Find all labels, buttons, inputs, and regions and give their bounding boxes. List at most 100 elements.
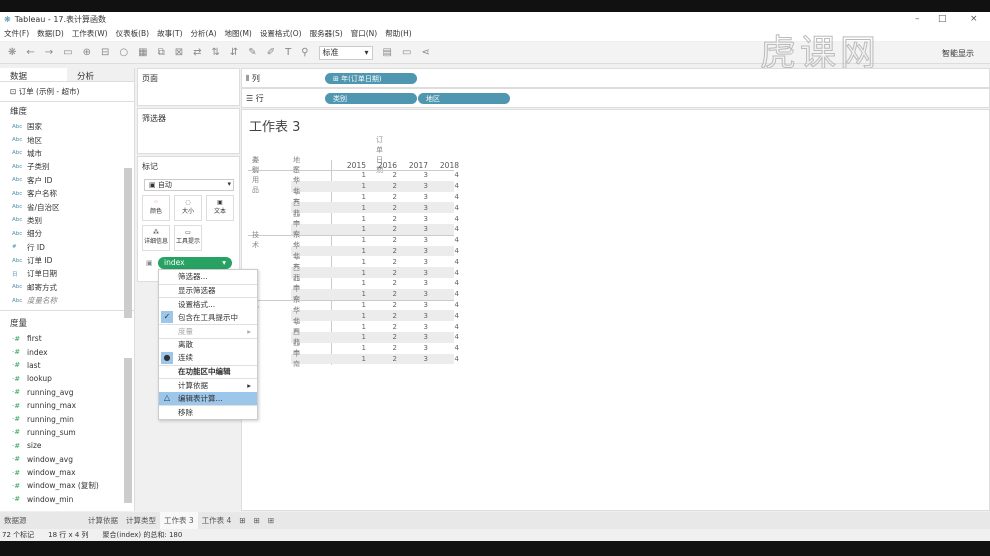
columns-shelf[interactable]: ⫴ 列 ⊞ 年(订单日期) bbox=[241, 68, 990, 88]
context-menu-item[interactable]: △ 编辑表计算... bbox=[159, 391, 257, 405]
value-cell[interactable]: 3 bbox=[402, 267, 428, 278]
refresh-icon[interactable]: ○ bbox=[119, 47, 128, 58]
value-cell[interactable]: 4 bbox=[433, 192, 459, 203]
color-button[interactable]: ⁘ 颜色 bbox=[142, 195, 170, 221]
value-cell[interactable]: 3 bbox=[402, 310, 428, 321]
value-cell[interactable]: 3 bbox=[402, 321, 428, 332]
value-cell[interactable]: 1 bbox=[340, 246, 366, 257]
value-cell[interactable]: 4 bbox=[433, 289, 459, 300]
minimize-button[interactable]: – bbox=[915, 14, 920, 24]
value-cell[interactable]: 3 bbox=[402, 235, 428, 246]
value-cell[interactable]: 4 bbox=[433, 300, 459, 311]
context-menu-item[interactable]: 度量 ▸ bbox=[159, 324, 257, 338]
measure-field[interactable]: ·# running_sum bbox=[0, 426, 134, 439]
value-cell[interactable]: 3 bbox=[402, 192, 428, 203]
swap-icon[interactable]: ⇄ bbox=[193, 47, 201, 58]
value-cell[interactable]: 2 bbox=[371, 235, 397, 246]
menu-item[interactable]: 文件(F) bbox=[4, 28, 29, 39]
value-cell[interactable]: 2 bbox=[371, 192, 397, 203]
size-button[interactable]: ◌ 大小 bbox=[174, 195, 202, 221]
forward-icon[interactable]: → bbox=[45, 47, 53, 58]
value-cell[interactable]: 1 bbox=[340, 181, 366, 192]
value-cell[interactable]: 2 bbox=[371, 321, 397, 332]
dimension-field[interactable]: Abc 省/自治区 bbox=[0, 200, 134, 213]
pages-shelf[interactable]: 页面 bbox=[137, 68, 240, 106]
dimension-field[interactable]: Abc 子类别 bbox=[0, 160, 134, 173]
sheet-tab[interactable]: 数据源 bbox=[0, 512, 84, 529]
menu-item[interactable]: 数据(D) bbox=[37, 28, 64, 39]
cards-icon[interactable]: ▤ bbox=[383, 47, 392, 58]
dimension-field[interactable]: Abc 邮寄方式 bbox=[0, 281, 134, 294]
value-cell[interactable]: 2 bbox=[371, 224, 397, 235]
dimension-field[interactable]: Abc 细分 bbox=[0, 227, 134, 240]
value-cell[interactable]: 3 bbox=[402, 170, 428, 181]
dimension-field[interactable]: Abc 客户名称 bbox=[0, 187, 134, 200]
value-cell[interactable]: 3 bbox=[402, 224, 428, 235]
pause-icon[interactable]: ⊟ bbox=[101, 47, 109, 58]
filters-shelf[interactable]: 筛选器 bbox=[137, 108, 240, 154]
value-cell[interactable]: 3 bbox=[402, 289, 428, 300]
text-button[interactable]: ▣ 文本 bbox=[206, 195, 234, 221]
value-cell[interactable]: 4 bbox=[433, 246, 459, 257]
value-cell[interactable]: 1 bbox=[340, 321, 366, 332]
value-cell[interactable]: 3 bbox=[402, 354, 428, 365]
measures-scrollbar[interactable] bbox=[124, 358, 132, 503]
new-story-icon[interactable]: ⊞ bbox=[264, 512, 278, 529]
presentation-icon[interactable]: ▭ bbox=[402, 47, 411, 58]
measure-field[interactable]: ·# lookup bbox=[0, 372, 134, 385]
value-cell[interactable]: 4 bbox=[433, 343, 459, 354]
context-menu-item[interactable]: 移除 bbox=[159, 405, 257, 419]
clear-icon[interactable]: ⊠ bbox=[175, 47, 183, 58]
menu-item[interactable]: 设置格式(O) bbox=[260, 28, 302, 39]
measure-field[interactable]: ·# running_max bbox=[0, 399, 134, 412]
value-cell[interactable]: 2 bbox=[371, 343, 397, 354]
value-cell[interactable]: 3 bbox=[402, 213, 428, 224]
context-menu-item[interactable]: ● 连续 bbox=[159, 351, 257, 365]
sheet-tab[interactable]: 工作表 3 bbox=[160, 512, 198, 529]
value-cell[interactable]: 4 bbox=[433, 202, 459, 213]
value-cell[interactable]: 2 bbox=[371, 202, 397, 213]
share-icon[interactable]: ⋖ bbox=[421, 47, 429, 58]
value-cell[interactable]: 3 bbox=[402, 181, 428, 192]
value-cell[interactable]: 1 bbox=[340, 256, 366, 267]
value-cell[interactable]: 2 bbox=[371, 278, 397, 289]
region-label[interactable]: 中南 bbox=[293, 350, 300, 368]
value-cell[interactable]: 2 bbox=[371, 246, 397, 257]
dimension-field[interactable]: 日 订单日期 bbox=[0, 267, 134, 280]
value-cell[interactable]: 3 bbox=[402, 246, 428, 257]
rows-shelf[interactable]: ☰ 行 类别 地区 bbox=[241, 88, 990, 108]
value-cell[interactable]: 3 bbox=[402, 256, 428, 267]
value-cell[interactable]: 4 bbox=[433, 310, 459, 321]
menu-item[interactable]: 故事(T) bbox=[157, 28, 182, 39]
tab-analysis[interactable]: 分析 bbox=[67, 68, 134, 82]
dimension-field[interactable]: Abc 类别 bbox=[0, 214, 134, 227]
measure-field[interactable]: ·# index bbox=[0, 345, 134, 358]
context-menu-item[interactable]: 设置格式... bbox=[159, 297, 257, 311]
measure-field[interactable]: ·# window_min bbox=[0, 493, 134, 506]
context-menu-item[interactable]: 离散 bbox=[159, 337, 257, 352]
dimension-field[interactable]: # 行 ID bbox=[0, 241, 134, 254]
value-cell[interactable]: 2 bbox=[371, 354, 397, 365]
context-menu-item[interactable]: 在功能区中编辑 bbox=[159, 364, 257, 379]
value-cell[interactable]: 4 bbox=[433, 213, 459, 224]
value-cell[interactable]: 1 bbox=[340, 202, 366, 213]
sort-desc-icon[interactable]: ⇵ bbox=[230, 47, 238, 58]
menu-item[interactable]: 工作表(W) bbox=[72, 28, 108, 39]
tooltip-button[interactable]: ▭ 工具提示 bbox=[174, 225, 202, 251]
measure-field[interactable]: ·# running_min bbox=[0, 412, 134, 425]
value-cell[interactable]: 4 bbox=[433, 354, 459, 365]
value-cell[interactable]: 2 bbox=[371, 300, 397, 311]
menu-item[interactable]: 分析(A) bbox=[191, 28, 217, 39]
context-menu-item[interactable]: 显示筛选器 bbox=[159, 283, 257, 298]
sheet-tab[interactable]: 计算依据 bbox=[84, 512, 122, 529]
menu-item[interactable]: 地图(M) bbox=[225, 28, 252, 39]
sort-asc-icon[interactable]: ⇅ bbox=[212, 47, 220, 58]
category-label[interactable]: 技术 bbox=[252, 231, 259, 249]
menu-item[interactable]: 仪表板(B) bbox=[116, 28, 150, 39]
measure-field[interactable]: ·# first bbox=[0, 332, 134, 345]
duplicate-icon[interactable]: ⧉ bbox=[158, 47, 165, 58]
close-button[interactable]: × bbox=[970, 14, 978, 24]
value-cell[interactable]: 2 bbox=[371, 170, 397, 181]
save-icon[interactable]: ▭ bbox=[63, 47, 72, 58]
value-cell[interactable]: 2 bbox=[371, 181, 397, 192]
